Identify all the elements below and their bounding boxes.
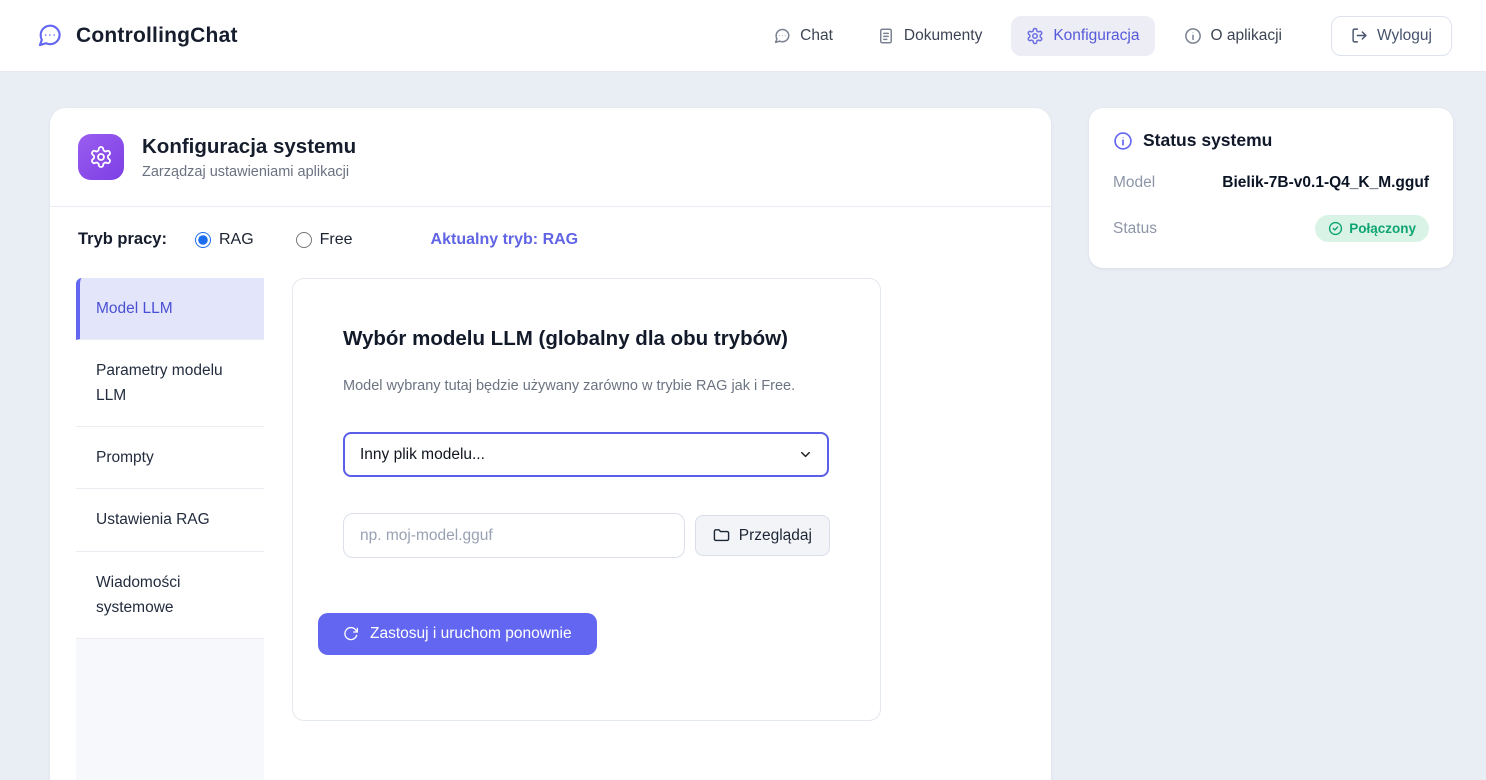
nav-item-label: Chat [800,27,833,45]
chevron-down-icon [798,447,813,462]
main-nav: Chat Dokumenty Konfiguracja [758,16,1452,56]
model-select[interactable]: Inny plik modelu... [343,432,829,477]
system-status-card: Status systemu Model Bielik-7B-v0.1-Q4_K… [1089,108,1453,268]
page-content: Konfiguracja systemu Zarządzaj ustawieni… [0,72,1486,780]
apply-restart-button[interactable]: Zastosuj i uruchom ponownie [318,613,597,655]
chat-bubble-icon [773,27,791,45]
custom-model-row: Przeglądaj [343,513,830,558]
mode-radio-free-input[interactable] [296,232,312,248]
system-status-header: Status systemu [1113,130,1429,151]
refresh-icon [343,626,359,642]
info-icon [1184,27,1202,45]
logout-label: Wyloguj [1377,27,1432,45]
tab-ustawienia-rag[interactable]: Ustawienia RAG [76,489,264,551]
panel-description: Model wybrany tutaj będzie używany zarów… [343,378,830,394]
status-row-status: Status Połączony [1113,215,1429,242]
top-navbar: ControllingChat Chat [0,0,1486,72]
nav-item-label: Dokumenty [904,27,982,45]
mode-radio-rag[interactable]: RAG [195,231,254,249]
mode-radio-rag-label: RAG [219,231,254,249]
logout-button[interactable]: Wyloguj [1331,16,1452,56]
gear-icon [1026,27,1044,45]
info-circle-icon [1113,131,1133,151]
nav-item-konfiguracja[interactable]: Konfiguracja [1011,16,1154,56]
gear-badge-icon [78,134,124,180]
current-mode-text: Aktualny tryb: RAG [431,231,579,249]
model-file-input[interactable] [343,513,685,558]
work-mode-row: Tryb pracy: RAG Free Aktualny tryb: RAG [50,207,1051,278]
nav-item-chat[interactable]: Chat [758,16,848,56]
model-select-value: Inny plik modelu... [360,446,485,464]
connection-status-label: Połączony [1349,221,1416,236]
status-label: Status [1113,220,1157,238]
configuration-body: Model LLM Parametry modelu LLM Prompty U… [50,278,1051,780]
tab-wiadomosci-systemowe[interactable]: Wiadomości systemowe [76,552,264,639]
document-icon [877,27,895,45]
mode-radio-free[interactable]: Free [296,231,353,249]
check-circle-icon [1328,221,1343,236]
status-row-model: Model Bielik-7B-v0.1-Q4_K_M.gguf [1113,174,1429,192]
nav-item-label: O aplikacji [1211,27,1283,45]
configuration-card-header: Konfiguracja systemu Zarządzaj ustawieni… [50,108,1051,207]
model-label: Model [1113,174,1155,192]
work-mode-label: Tryb pracy: [78,230,167,249]
logout-icon [1351,27,1368,44]
panel-title: Wybór modelu LLM (globalny dla obu trybó… [343,327,830,351]
page-title: Konfiguracja systemu [142,135,356,159]
connection-status-badge: Połączony [1315,215,1429,242]
tab-model-llm[interactable]: Model LLM [76,278,264,340]
mode-radio-free-label: Free [320,231,353,249]
tab-list-filler [76,639,264,780]
tab-prompty[interactable]: Prompty [76,427,264,489]
configuration-card: Konfiguracja systemu Zarządzaj ustawieni… [50,108,1051,780]
page-subtitle: Zarządzaj ustawieniami aplikacji [142,164,356,180]
brand: ControllingChat [36,22,238,49]
model-selection-panel: Wybór modelu LLM (globalny dla obu trybó… [292,278,881,721]
page-title-block: Konfiguracja systemu Zarządzaj ustawieni… [142,135,356,180]
brand-name: ControllingChat [76,24,238,48]
browse-label: Przeglądaj [739,527,812,545]
mode-radio-rag-input[interactable] [195,232,211,248]
nav-item-dokumenty[interactable]: Dokumenty [862,16,997,56]
folder-icon [713,527,730,544]
tab-parametry-modelu-llm[interactable]: Parametry modelu LLM [76,340,264,427]
model-value: Bielik-7B-v0.1-Q4_K_M.gguf [1222,174,1429,192]
chat-bubble-logo-icon [36,22,63,49]
settings-tab-list: Model LLM Parametry modelu LLM Prompty U… [76,278,264,780]
nav-item-o-aplikacji[interactable]: O aplikacji [1169,16,1298,56]
status-title: Status systemu [1143,130,1272,151]
nav-item-label: Konfiguracja [1053,27,1139,45]
browse-button[interactable]: Przeglądaj [695,515,830,556]
apply-restart-label: Zastosuj i uruchom ponownie [370,625,572,643]
